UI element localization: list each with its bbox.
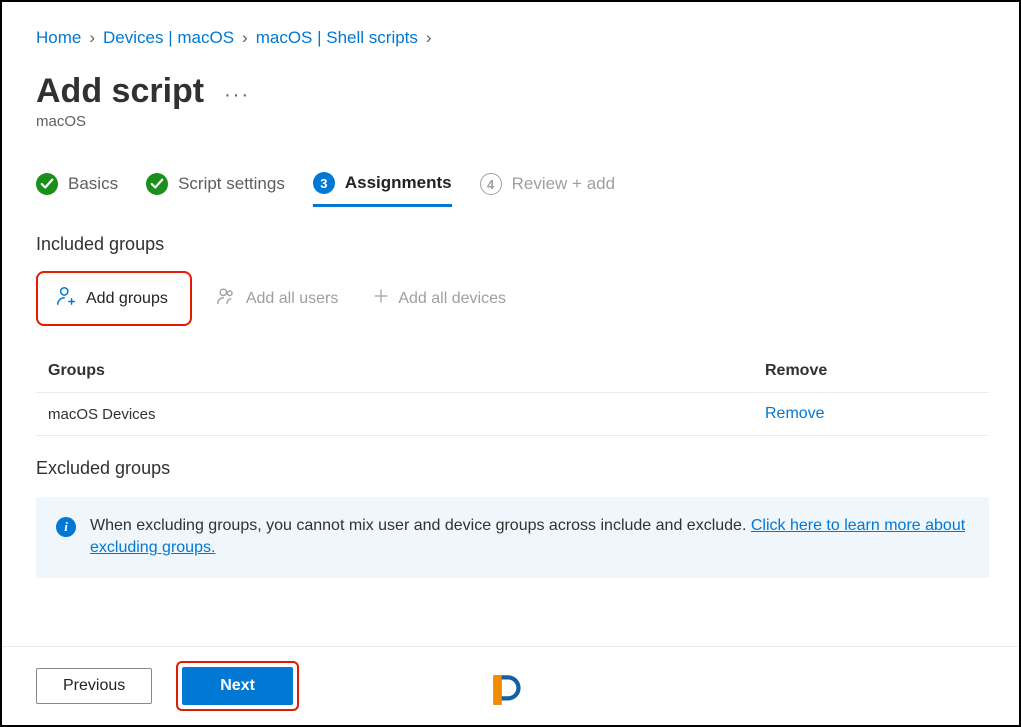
step-label: Basics bbox=[68, 174, 118, 194]
step-number-icon: 3 bbox=[313, 172, 335, 194]
step-basics[interactable]: Basics bbox=[36, 173, 118, 205]
table-row: macOS Devices Remove bbox=[36, 393, 989, 436]
check-icon bbox=[146, 173, 168, 195]
chevron-right-icon: › bbox=[89, 28, 95, 48]
group-name-cell: macOS Devices bbox=[48, 406, 765, 423]
step-review-add[interactable]: 4 Review + add bbox=[480, 173, 615, 205]
remove-link[interactable]: Remove bbox=[765, 405, 825, 422]
column-header-groups: Groups bbox=[48, 362, 765, 380]
add-groups-button[interactable]: Add groups bbox=[46, 279, 178, 318]
breadcrumb-home[interactable]: Home bbox=[36, 28, 81, 48]
step-label: Assignments bbox=[345, 173, 452, 193]
step-label: Review + add bbox=[512, 174, 615, 194]
highlight-box: Add groups bbox=[36, 271, 192, 326]
page-subtitle: macOS bbox=[36, 113, 989, 130]
chevron-right-icon: › bbox=[242, 28, 248, 48]
next-button[interactable]: Next bbox=[182, 667, 293, 705]
step-number-icon: 4 bbox=[480, 173, 502, 195]
included-groups-table: Groups Remove macOS Devices Remove bbox=[36, 350, 989, 436]
wizard-steps: Basics Script settings 3 Assignments 4 R… bbox=[36, 172, 989, 206]
people-add-icon bbox=[216, 285, 238, 312]
add-all-users-button[interactable]: Add all users bbox=[206, 279, 349, 318]
excluded-groups-heading: Excluded groups bbox=[36, 458, 989, 479]
button-label: Add all users bbox=[246, 290, 339, 308]
table-header: Groups Remove bbox=[36, 350, 989, 393]
info-message: When excluding groups, you cannot mix us… bbox=[90, 517, 751, 534]
logo bbox=[487, 669, 529, 715]
breadcrumb: Home › Devices | macOS › macOS | Shell s… bbox=[36, 28, 989, 48]
add-all-devices-button[interactable]: Add all devices bbox=[362, 281, 516, 316]
plus-icon bbox=[372, 287, 390, 310]
chevron-right-icon: › bbox=[426, 28, 432, 48]
step-script-settings[interactable]: Script settings bbox=[146, 173, 285, 205]
included-actions: Add groups Add all users Add all devices bbox=[36, 271, 989, 326]
breadcrumb-scripts[interactable]: macOS | Shell scripts bbox=[256, 28, 418, 48]
page-title: Add script bbox=[36, 72, 204, 111]
button-label: Add groups bbox=[86, 290, 168, 308]
breadcrumb-devices[interactable]: Devices | macOS bbox=[103, 28, 234, 48]
button-label: Add all devices bbox=[398, 290, 506, 308]
column-header-remove: Remove bbox=[765, 362, 985, 380]
info-text: When excluding groups, you cannot mix us… bbox=[90, 515, 969, 560]
info-banner: i When excluding groups, you cannot mix … bbox=[36, 497, 989, 578]
step-assignments[interactable]: 3 Assignments bbox=[313, 172, 452, 207]
previous-button[interactable]: Previous bbox=[36, 668, 152, 704]
info-icon: i bbox=[56, 517, 76, 537]
check-icon bbox=[36, 173, 58, 195]
person-add-icon bbox=[56, 285, 78, 312]
more-options-icon[interactable]: ··· bbox=[224, 84, 250, 107]
highlight-box: Next bbox=[176, 661, 299, 711]
included-groups-heading: Included groups bbox=[36, 234, 989, 255]
step-label: Script settings bbox=[178, 174, 285, 194]
